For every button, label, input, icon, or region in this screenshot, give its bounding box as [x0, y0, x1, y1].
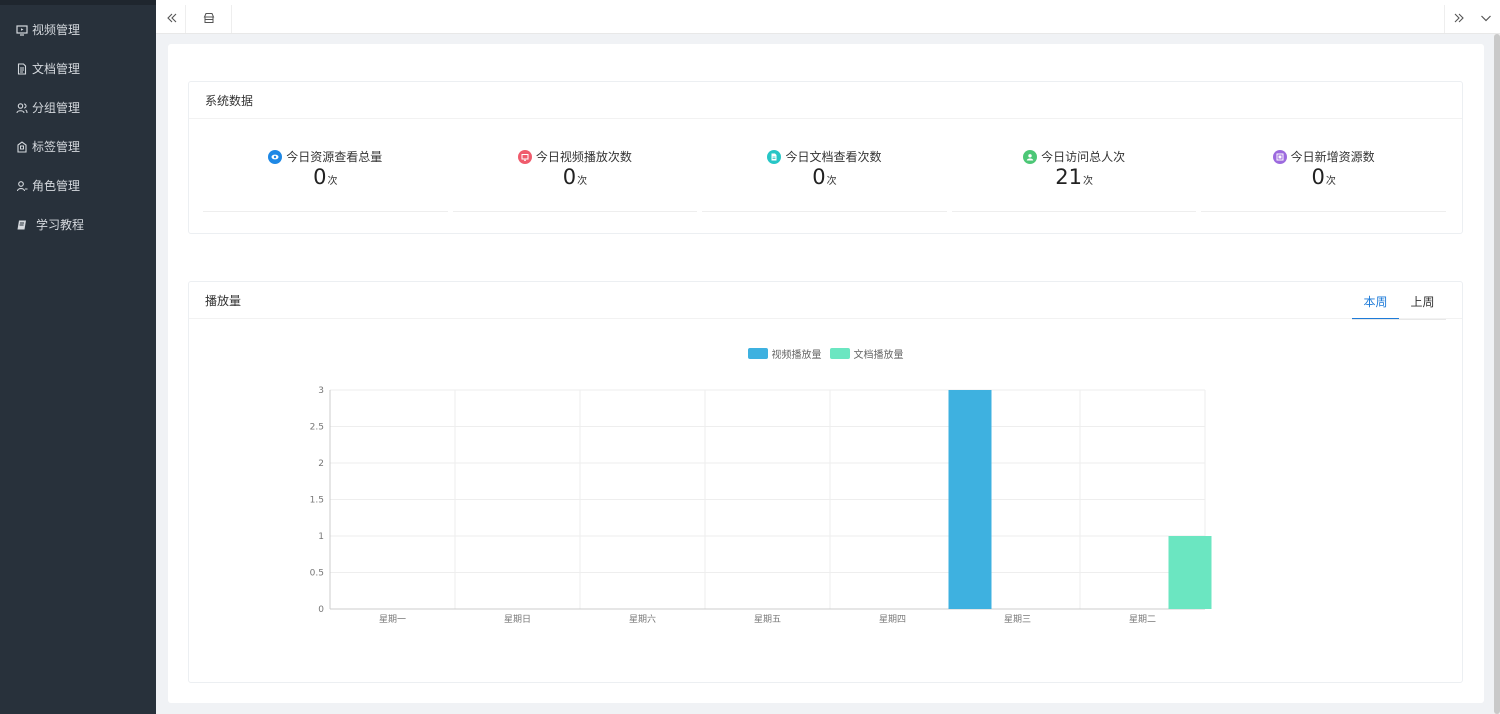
- sidebar: 视频管理 文档管理 分组管理 标签管理 角色管理 学习教程: [0, 0, 156, 714]
- playback-title: 播放量: [189, 282, 1462, 319]
- sidebar-item-label: 文档管理: [32, 62, 81, 76]
- y-tick-label: 2: [318, 459, 324, 469]
- x-tick-label: 星期二: [1129, 614, 1156, 625]
- sidebar-item-document[interactable]: 文档管理: [0, 49, 156, 88]
- user-icon: [16, 180, 28, 192]
- x-tick-label: 星期三: [1004, 614, 1031, 625]
- sidebar-item-label: 学习教程: [36, 218, 85, 232]
- x-tick-label: 星期日: [504, 614, 531, 625]
- stat-visitors: 今日访问总人次 21次: [951, 142, 1197, 212]
- sidebar-item-label: 视频管理: [32, 23, 81, 37]
- stat-unit: 次: [826, 176, 837, 187]
- page-scrollbar[interactable]: [1494, 34, 1500, 714]
- week-tabs: 本周 上周: [1352, 290, 1446, 320]
- playback-card: 播放量 本周 上周 视频播放量 文档播放量 0 0.5 1 1.5 2 2.5 3 星期一 星期…: [188, 281, 1463, 683]
- monitor-icon: [16, 24, 28, 36]
- stat-unit: 次: [327, 176, 338, 187]
- resource-icon: [1272, 149, 1287, 164]
- person-icon: [1023, 149, 1038, 164]
- sidebar-item-tag[interactable]: 标签管理: [0, 127, 156, 166]
- home-icon: [203, 12, 215, 27]
- y-tick-label: 1.5: [310, 496, 324, 506]
- sidebar-item-role[interactable]: 角色管理: [0, 166, 156, 205]
- stat-unit: 次: [1082, 176, 1093, 187]
- stat-label: 今日文档查看次数: [785, 150, 882, 164]
- bar-document: [1168, 536, 1212, 609]
- document-icon: [16, 62, 28, 75]
- stat-label: 今日新增资源数: [1290, 150, 1375, 164]
- y-tick-label: 3: [318, 386, 324, 396]
- sidebar-item-label: 角色管理: [32, 179, 81, 193]
- tab-bar: [156, 0, 1500, 34]
- stat-value: 0: [562, 165, 577, 189]
- x-tick-label: 星期一: [379, 614, 406, 625]
- tab-this-week[interactable]: 本周: [1352, 290, 1399, 320]
- stat-new-resources: 今日新增资源数 0次: [1201, 142, 1446, 212]
- stat-value: 0: [812, 165, 826, 189]
- chart-svg: 0 0.5 1 1.5 2 2.5 3 星期一 星期日 星期六 星期五 星期四 星期三 星期二: [310, 386, 1212, 625]
- video-icon: [517, 149, 532, 164]
- sidebar-item-group[interactable]: 分组管理: [0, 88, 156, 127]
- y-tick-label: 2.5: [310, 423, 324, 433]
- x-tick-label: 星期六: [629, 613, 656, 625]
- x-tick-label: 星期五: [754, 614, 781, 625]
- y-tick-label: 0: [318, 605, 324, 615]
- double-chevron-right-icon: [1453, 12, 1465, 27]
- sidebar-item-tutorial[interactable]: 学习教程: [0, 205, 156, 244]
- sidebar-item-video[interactable]: 视频管理: [0, 10, 156, 49]
- tab-dropdown-button[interactable]: [1472, 5, 1500, 33]
- playback-chart: 视频播放量 文档播放量 0 0.5 1 1.5 2 2.5 3 星期一 星期日 星期六 星期五 星期四…: [189, 320, 1462, 682]
- book-icon: [16, 219, 28, 231]
- stat-value: 0: [1311, 165, 1325, 189]
- stat-label: 今日资源查看总量: [286, 150, 383, 164]
- system-data-card: 系统数据 今日资源查看总量 0次 今日视频播放次数 0次 今日文档查看次数 0次…: [188, 81, 1463, 234]
- x-tick-label: 星期四: [879, 614, 906, 625]
- y-tick-label: 0.5: [310, 569, 324, 579]
- stat-value: 0: [313, 165, 327, 189]
- stat-label: 今日访问总人次: [1041, 150, 1126, 164]
- stat-resource-views: 今日资源查看总量 0次: [203, 142, 448, 212]
- stat-unit: 次: [577, 176, 588, 187]
- tab-home[interactable]: [186, 5, 232, 33]
- bar-video: [948, 390, 992, 609]
- stat-value: 21: [1055, 165, 1082, 189]
- system-data-title: 系统数据: [189, 82, 1462, 119]
- chevron-down-icon: [1480, 12, 1492, 27]
- sidebar-item-label: 分组管理: [32, 101, 81, 115]
- stat-label: 今日视频播放次数: [535, 150, 632, 164]
- main-panel: 系统数据 今日资源查看总量 0次 今日视频播放次数 0次 今日文档查看次数 0次…: [168, 44, 1484, 703]
- scroll-left-button[interactable]: [158, 5, 186, 33]
- y-tick-label: 1: [318, 532, 324, 542]
- stat-document-views: 今日文档查看次数 0次: [702, 142, 947, 212]
- tag-icon: [16, 140, 28, 153]
- double-chevron-left-icon: [166, 12, 178, 27]
- scroll-right-button[interactable]: [1444, 5, 1472, 33]
- stat-video-plays: 今日视频播放次数 0次: [452, 142, 698, 212]
- file-icon: [767, 149, 782, 164]
- eye-icon: [268, 149, 283, 164]
- stat-unit: 次: [1325, 176, 1336, 187]
- stats-row: 今日资源查看总量 0次 今日视频播放次数 0次 今日文档查看次数 0次 今日访问…: [203, 142, 1446, 212]
- sidebar-item-label: 标签管理: [32, 140, 81, 154]
- users-icon: [16, 102, 28, 114]
- tab-last-week[interactable]: 上周: [1399, 290, 1446, 319]
- scrollbar-thumb[interactable]: [1494, 34, 1500, 714]
